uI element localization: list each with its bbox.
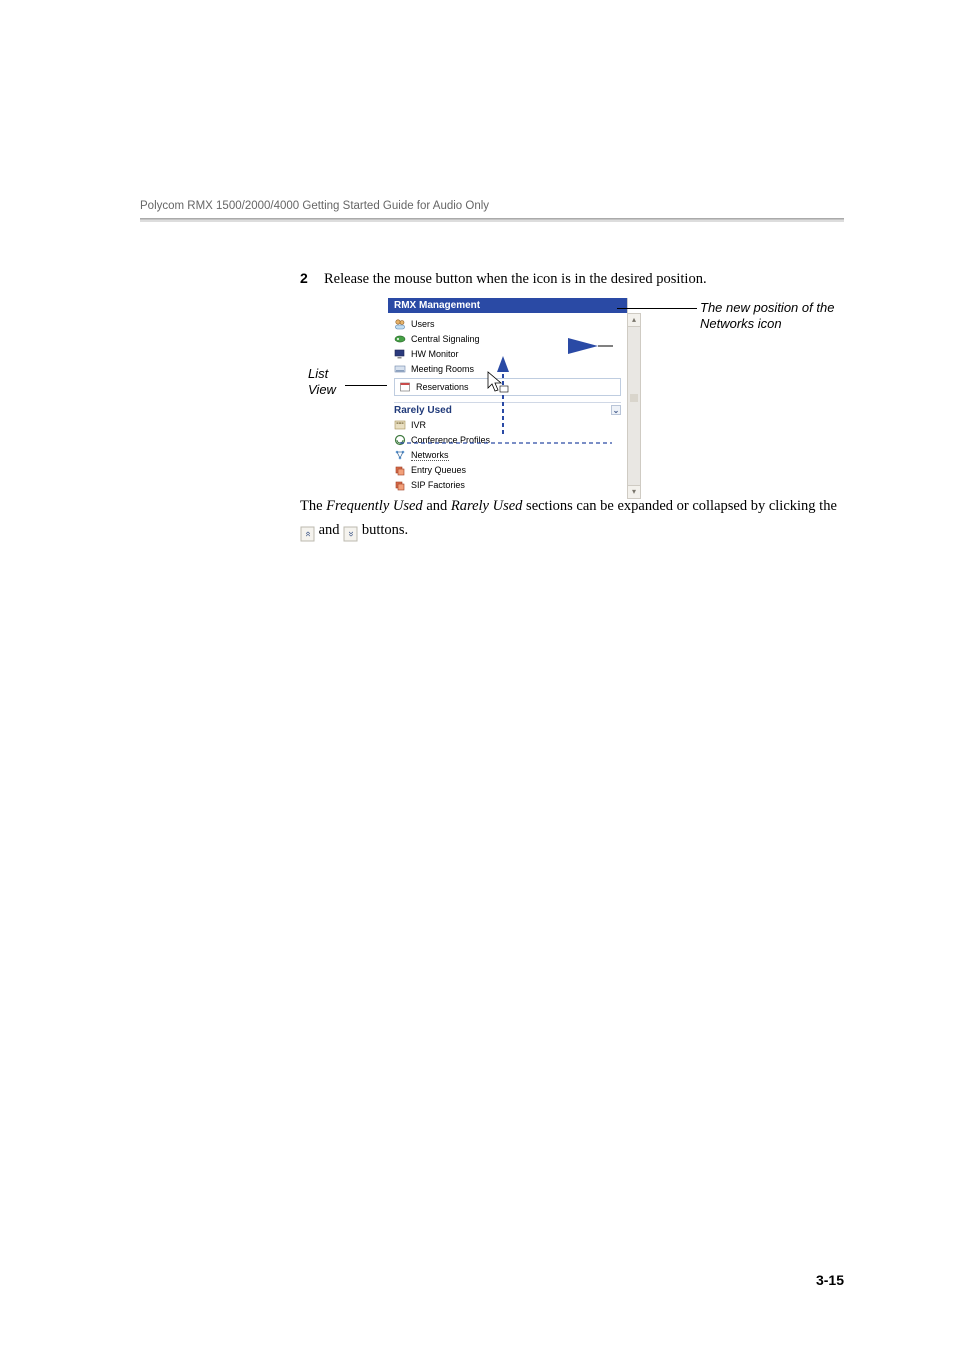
ivr-icon [394,419,406,431]
tree-item-networks[interactable]: Networks [394,448,621,463]
section-label: Rarely Used [394,405,452,416]
scroll-thumb[interactable] [630,394,638,402]
page-number: 3-15 [816,1272,844,1288]
expand-button-icon: » [344,527,358,542]
users-icon [394,318,406,330]
caption-list-view-leader [345,385,387,386]
step-text: Release the mouse button when the icon i… [324,270,707,290]
caption-list-view: List View [308,366,336,399]
para-t2: and [423,498,451,514]
header-guide-title: Polycom RMX 1500/2000/4000 Getting Start… [140,200,844,212]
collapse-button-icon: « [301,527,315,542]
tree-item[interactable]: Conference Profiles [394,433,621,448]
tree-item[interactable]: Meeting Rooms [394,362,621,377]
step-number: 2 [300,270,324,290]
caption-new-position: The new position of the Networks icon [700,300,870,333]
caption-new-position-l2: Networks icon [700,316,782,331]
para-t5: buttons. [358,522,408,538]
para-t1: The [300,498,326,514]
scroll-down-button[interactable]: ▾ [628,485,640,498]
tree-item-label: Conference Profiles [411,435,490,445]
profiles-icon [394,434,406,446]
para-em2: Rarely Used [451,498,523,514]
tree-item-insertion[interactable]: Reservations [394,378,621,396]
queues-icon [394,464,406,476]
tree-item-label: Reservations [416,382,469,392]
tree-item[interactable]: HW Monitor [394,347,621,362]
tree-item[interactable]: IVR [394,418,621,433]
section-rarely-used[interactable]: Rarely Used ⌄ [394,402,621,418]
monitor-icon [394,348,406,360]
caption-new-position-leader [617,308,697,309]
rmx-management-panel: RMX Management Users Central Signaling H… [388,298,628,499]
body-paragraph: The Frequently Used and Rarely Used sect… [300,494,844,543]
tree-item[interactable]: SIP Factories [394,478,621,493]
tree-item[interactable]: Entry Queues [394,463,621,478]
scroll-up-button[interactable]: ▴ [628,314,640,327]
tree-item-label: HW Monitor [411,349,459,359]
step-row: 2 Release the mouse button when the icon… [300,270,844,290]
reservations-icon [399,381,411,393]
caption-new-position-l1: The new position of the [700,300,834,315]
para-t3: sections can be expanded or collapsed by… [522,498,836,514]
para-t4: and [315,522,343,538]
tree-item-label: IVR [411,420,426,430]
caption-list-view-l1: List [308,366,328,381]
signaling-icon [394,333,406,345]
tree-item-label: SIP Factories [411,480,465,490]
tree-item-label: Networks [411,450,449,461]
sip-icon [394,479,406,491]
tree-item[interactable]: Central Signaling [394,332,621,347]
tree-item-label: Meeting Rooms [411,364,474,374]
header-rule [140,218,844,222]
collapse-toggle-icon[interactable]: ⌄ [611,405,621,415]
rooms-icon [394,363,406,375]
tree-item-label: Users [411,319,435,329]
tree-item-label: Central Signaling [411,334,480,344]
figure-wrap: List View RMX Management Users Central S… [300,298,844,488]
tree-item-label: Entry Queues [411,465,466,475]
para-em1: Frequently Used [326,498,423,514]
caption-list-view-l2: View [308,382,336,397]
panel-title: RMX Management [388,298,627,313]
networks-icon [394,449,406,461]
scrollbar[interactable]: ▴ ▾ [627,313,641,499]
tree-item[interactable]: Users [394,317,621,332]
